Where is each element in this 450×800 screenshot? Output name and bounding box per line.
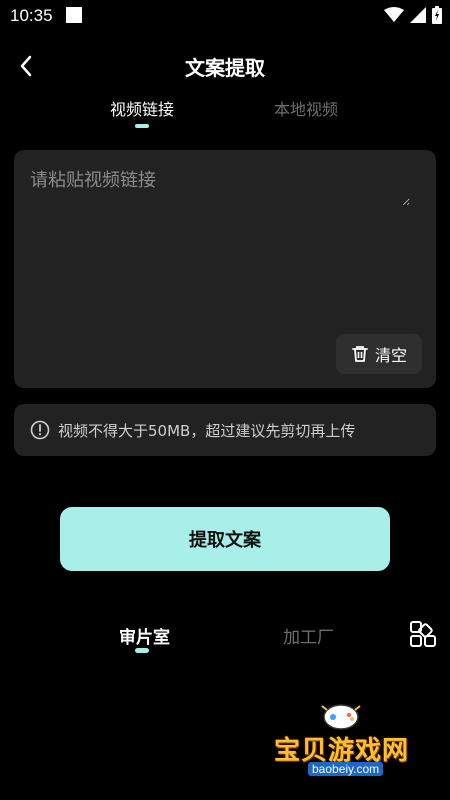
- notice-text: 视频不得大于50MB，超过建议先剪切再上传: [58, 421, 356, 440]
- tab-workshop[interactable]: 加工厂: [283, 623, 334, 648]
- trash-icon: [352, 346, 368, 362]
- watermark-url: baobeiy.com: [308, 762, 384, 776]
- page-title: 文案提取: [185, 56, 265, 80]
- video-link-input[interactable]: [30, 166, 410, 206]
- notification-icon: [66, 7, 82, 23]
- signal-icon: [410, 7, 426, 23]
- bottom-tab-indicator: [135, 648, 149, 653]
- battery-icon: [432, 6, 442, 24]
- wifi-icon: [384, 7, 404, 22]
- gamepad-mascot-icon: [321, 704, 361, 730]
- source-tabs: 视频链接 本地视频: [0, 96, 450, 132]
- tab-local-video[interactable]: 本地视频: [274, 96, 338, 120]
- status-icons: [384, 6, 442, 24]
- info-icon: [30, 420, 50, 440]
- status-bar: 10:35: [0, 0, 450, 32]
- link-input-box: 清空: [14, 150, 436, 388]
- watermark-logo: 宝贝游戏网 baobeiy.com: [272, 700, 422, 786]
- extract-label: 提取文案: [189, 530, 261, 551]
- header: 文案提取: [0, 46, 450, 86]
- extract-button[interactable]: 提取文案: [60, 507, 390, 571]
- size-notice: 视频不得大于50MB，超过建议先剪切再上传: [14, 404, 436, 456]
- clear-label: 清空: [374, 346, 407, 365]
- tab-review-room[interactable]: 审片室: [119, 623, 170, 648]
- tab-video-link[interactable]: 视频链接: [110, 96, 174, 120]
- status-time: 10:35: [10, 6, 53, 25]
- bottom-tabs: 审片室 加工厂: [0, 620, 450, 660]
- clear-button[interactable]: 清空: [336, 334, 422, 374]
- grid-apps-icon[interactable]: [409, 620, 437, 648]
- tab-indicator: [135, 124, 149, 128]
